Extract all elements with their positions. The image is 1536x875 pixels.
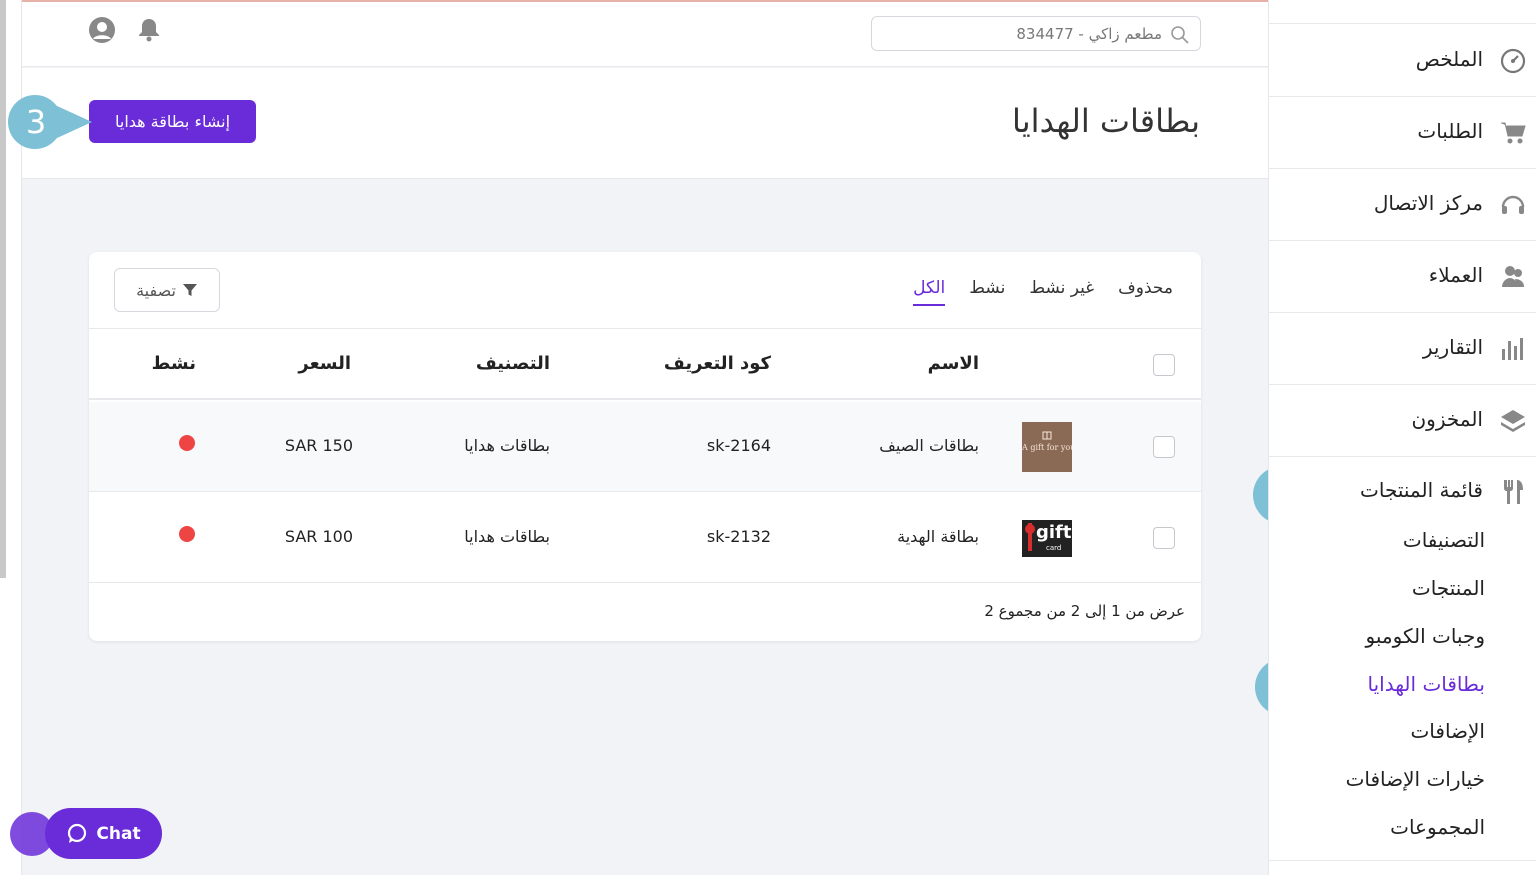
step-callout-3: 3 <box>4 94 92 150</box>
gift-cards-table-card: الكل نشط غير نشط محذوف تصفية الاسم كود ا… <box>89 252 1201 641</box>
table-header: الاسم كود التعريف التصنيف السعر نشط <box>89 328 1201 400</box>
sidebar-item-label: مركز الاتصال <box>1373 191 1483 215</box>
cell-name: بطاقات الصيف <box>879 436 979 455</box>
cell-category: بطاقات هدايا <box>464 436 550 455</box>
sidebar-item-call-center[interactable]: مركز الاتصال <box>1269 169 1536 241</box>
sidebar-sub-products[interactable]: المنتجات <box>1412 576 1485 600</box>
sidebar-item-inventory[interactable]: المخزون <box>1269 385 1536 457</box>
sidebar-sub-gift-cards[interactable]: بطاقات الهدايا <box>1368 672 1486 696</box>
sidebar-sub-categories[interactable]: التصنيفات <box>1403 528 1485 552</box>
cell-price: SAR 150 <box>284 436 353 455</box>
thumbnail-text: A gift for you <box>1022 443 1072 452</box>
filter-icon <box>182 284 197 296</box>
sidebar-sub-modifiers[interactable]: الإضافات <box>1410 719 1485 743</box>
header-price[interactable]: السعر <box>298 353 351 374</box>
header-category[interactable]: التصنيف <box>476 353 550 374</box>
tab-all[interactable]: الكل <box>913 278 946 306</box>
sidebar-item-label: المخزون <box>1411 407 1483 431</box>
thumbnail-subtext: card <box>1046 544 1062 552</box>
filter-label: تصفية <box>136 280 176 300</box>
create-gift-card-button[interactable]: إنشاء بطاقة هدايا <box>89 100 256 143</box>
inactive-status-dot[interactable] <box>179 435 195 451</box>
tab-active[interactable]: نشط <box>969 278 1005 306</box>
bell-icon[interactable] <box>135 16 163 44</box>
chat-bubble-icon <box>68 823 87 843</box>
dashboard-icon <box>1500 48 1526 74</box>
tab-inactive[interactable]: غير نشط <box>1029 278 1094 306</box>
sidebar-item-label: العملاء <box>1428 263 1483 287</box>
filter-button[interactable]: تصفية <box>114 268 220 312</box>
header-active[interactable]: نشط <box>152 353 196 374</box>
header-name[interactable]: الاسم <box>928 353 979 374</box>
chat-button[interactable]: Chat <box>45 808 162 859</box>
sidebar-item-dashboard[interactable]: الملخص <box>1269 25 1536 97</box>
page-title: بطاقات الهدايا <box>1012 102 1200 140</box>
chat-label: Chat <box>96 823 141 844</box>
search-placeholder: مطعم زاكي - 834477 <box>1016 25 1162 43</box>
callout-number: 3 <box>25 103 47 141</box>
fork-knife-icon <box>1504 480 1523 504</box>
status-tabs: الكل نشط غير نشط محذوف <box>913 278 1173 306</box>
sidebar-group-menu: قائمة المنتجات التصنيفات المنتجات وجبات … <box>1269 456 1536 861</box>
gift-card-thumbnail: gift card <box>1022 520 1072 557</box>
cell-name: بطاقة الهدية <box>897 527 979 546</box>
sidebar-logo-area <box>1269 0 1536 24</box>
sidebar-group-label[interactable]: قائمة المنتجات <box>1360 478 1483 502</box>
table-row[interactable]: A gift for you بطاقات الصيف sk-2164 بطاق… <box>89 402 1201 492</box>
cell-sku: sk-2164 <box>706 436 771 455</box>
main-content: مطعم زاكي - 834477 بطاقات الهدايا إنشاء … <box>22 2 1268 875</box>
sidebar-item-label: الطلبات <box>1417 119 1483 143</box>
header-sku[interactable]: كود التعريف <box>664 353 771 374</box>
layers-icon <box>1501 410 1525 432</box>
page-header: بطاقات الهدايا إنشاء بطاقة هدايا <box>22 68 1268 179</box>
sidebar-sub-groups[interactable]: المجموعات <box>1390 815 1485 839</box>
sidebar: الملخص الطلبات مركز الاتصال العملاء التق… <box>1268 0 1536 875</box>
sidebar-item-reports[interactable]: التقارير <box>1269 313 1536 385</box>
sidebar-sub-combo-meals[interactable]: وجبات الكومبو <box>1366 624 1485 648</box>
search-icon <box>1171 26 1189 44</box>
user-avatar-icon[interactable] <box>88 16 116 44</box>
sidebar-item-label: التقارير <box>1422 335 1483 359</box>
row-checkbox[interactable] <box>1153 436 1175 458</box>
tab-deleted[interactable]: محذوف <box>1118 278 1173 306</box>
row-checkbox[interactable] <box>1153 527 1175 549</box>
sidebar-item-customers[interactable]: العملاء <box>1269 241 1536 313</box>
select-all-checkbox[interactable] <box>1153 354 1175 376</box>
users-icon <box>1502 266 1524 287</box>
bar-chart-icon <box>1502 338 1523 360</box>
inactive-status-dot[interactable] <box>179 526 195 542</box>
sidebar-item-label: الملخص <box>1415 47 1483 71</box>
sidebar-sub-modifier-options[interactable]: خيارات الإضافات <box>1346 767 1485 791</box>
thumbnail-text: gift <box>1036 522 1072 543</box>
cell-sku: sk-2132 <box>706 527 771 546</box>
cell-category: بطاقات هدايا <box>464 527 550 546</box>
sidebar-item-orders[interactable]: الطلبات <box>1269 97 1536 169</box>
gift-card-thumbnail: A gift for you <box>1022 422 1072 472</box>
top-bar: مطعم زاكي - 834477 <box>22 2 1268 67</box>
cart-icon <box>1501 122 1526 144</box>
cell-price: SAR 100 <box>284 527 353 546</box>
pagination-summary: عرض من 1 إلى 2 من مجموع 2 <box>984 602 1185 620</box>
headset-icon <box>1501 195 1525 214</box>
table-row[interactable]: gift card بطاقة الهدية sk-2132 بطاقات هد… <box>89 493 1201 583</box>
search-input[interactable]: مطعم زاكي - 834477 <box>871 16 1201 51</box>
